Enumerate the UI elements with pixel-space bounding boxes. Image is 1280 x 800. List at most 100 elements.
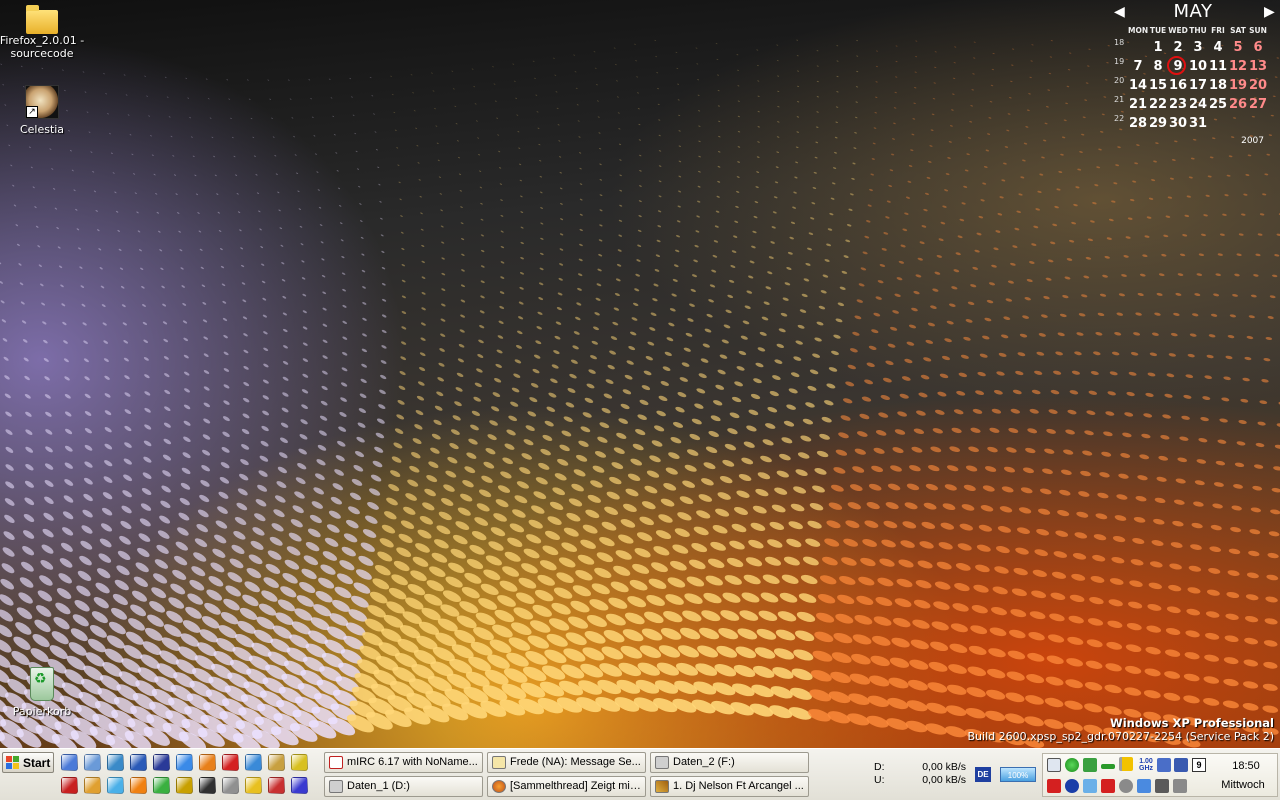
calendar-day[interactable]: 19 — [1228, 78, 1248, 93]
display-icon[interactable] — [1174, 758, 1188, 772]
hardware-icon[interactable] — [1119, 779, 1133, 793]
calendar-day[interactable]: 21 — [1128, 97, 1148, 112]
calendar-day[interactable]: 7 — [1128, 59, 1148, 74]
task-button-daten2[interactable]: Daten_2 (F:) — [650, 752, 809, 773]
language-indicator[interactable]: DE — [975, 767, 991, 782]
calendar-day[interactable]: 23 — [1168, 97, 1188, 112]
wallpaper-dot — [658, 119, 661, 121]
next-month-arrow-icon[interactable]: ▶ — [1264, 4, 1275, 20]
calendar-day[interactable]: 10 — [1188, 59, 1208, 74]
wallpaper-dot — [1007, 280, 1014, 284]
desktop-icon-recycle-bin[interactable]: Papierkorb — [0, 667, 87, 718]
wallpaper-dot — [1084, 681, 1103, 691]
wallpaper-dot — [1208, 567, 1221, 574]
start-button[interactable]: Start — [2, 752, 54, 773]
cpu-tool-icon[interactable] — [84, 754, 101, 771]
wireless-icon[interactable] — [1173, 779, 1187, 793]
calendar-tray-icon[interactable]: 9 — [1192, 758, 1206, 772]
calendar-day[interactable]: 1 — [1148, 40, 1168, 55]
calendar-day[interactable]: 11 — [1208, 59, 1228, 74]
task-button-audio-player[interactable]: 1. Dj Nelson Ft Arcangel ... — [650, 776, 809, 797]
pawn-icon[interactable] — [291, 754, 308, 771]
network-status-icon[interactable] — [1083, 758, 1097, 772]
opera-icon[interactable] — [222, 754, 239, 771]
calendar-day[interactable]: 2 — [1168, 40, 1188, 55]
calendar-day[interactable]: 27 — [1248, 97, 1268, 112]
calendar-day[interactable]: 20 — [1248, 78, 1268, 93]
bluetooth-icon[interactable] — [1065, 779, 1079, 793]
wallpaper-dot — [1196, 459, 1207, 464]
calendar-day[interactable] — [1248, 116, 1268, 131]
wallpaper-dot — [843, 255, 849, 259]
calendar-day[interactable]: 6 — [1248, 40, 1268, 55]
battery-indicator[interactable]: 100% — [1000, 767, 1036, 782]
monitor-icon[interactable] — [1155, 779, 1169, 793]
calendar-day[interactable]: 18 — [1208, 78, 1228, 93]
update-icon[interactable] — [1083, 779, 1097, 793]
calendar-day[interactable]: 22 — [1148, 97, 1168, 112]
calendar-day[interactable]: 14 — [1128, 78, 1148, 93]
calendar-day[interactable]: 29 — [1148, 116, 1168, 131]
firefox-icon[interactable] — [199, 754, 216, 771]
w-app-icon[interactable] — [199, 777, 216, 794]
utorrent-icon[interactable] — [153, 777, 170, 794]
vlc-icon[interactable] — [130, 777, 147, 794]
antivirus-icon[interactable] — [1047, 779, 1061, 793]
pdf-icon[interactable] — [61, 777, 78, 794]
task-button-firefox-thread[interactable]: [Sammelthread] Zeigt mir... — [487, 776, 646, 797]
calendar-day[interactable] — [1208, 116, 1228, 131]
network-disconnected-icon[interactable] — [1157, 758, 1171, 772]
brush-icon[interactable] — [176, 777, 193, 794]
task-button-daten1[interactable]: Daten_1 (D:) — [324, 776, 483, 797]
calendar-day[interactable]: 25 — [1208, 97, 1228, 112]
pencil-tool-icon[interactable] — [84, 777, 101, 794]
network-icon[interactable] — [107, 754, 124, 771]
calendar-day[interactable]: 30 — [1168, 116, 1188, 131]
task-button-mirc[interactable]: mIRC 6.17 with NoName... — [324, 752, 483, 773]
level-meter-icon[interactable] — [1101, 764, 1115, 769]
wallpaper-dot — [84, 461, 93, 468]
calendar-day[interactable]: 16 — [1168, 78, 1188, 93]
media-player-icon[interactable] — [291, 777, 308, 794]
fc-icon[interactable] — [130, 754, 147, 771]
calendar-day[interactable]: 5 — [1228, 40, 1248, 55]
cpu-frequency[interactable]: 1.00 GHz — [1136, 758, 1156, 772]
internet-explorer-icon[interactable] — [176, 754, 193, 771]
calendar-day[interactable]: 15 — [1148, 78, 1168, 93]
calendar-day[interactable]: 3 — [1188, 40, 1208, 55]
task-button-message[interactable]: Frede (NA): Message Se... — [487, 752, 646, 773]
save-disk-icon[interactable] — [153, 754, 170, 771]
keyboard-icon[interactable] — [222, 777, 239, 794]
calendar-day[interactable]: 26 — [1228, 97, 1248, 112]
desktop-icon-firefox-sourcecode[interactable]: Firefox_2.0.01 - sourcecode — [0, 5, 87, 60]
clock-time[interactable]: 18:50 — [1219, 760, 1273, 772]
calendar-day[interactable]: 4 — [1208, 40, 1228, 55]
wallpaper-dot — [536, 111, 539, 113]
clock-weekday[interactable]: Mittwoch — [1213, 779, 1273, 791]
previous-month-arrow-icon[interactable]: ◀ — [1114, 4, 1125, 20]
calendar-day[interactable]: 24 — [1188, 97, 1208, 112]
calendar-day[interactable]: 8 — [1148, 59, 1168, 74]
thunderbird-icon[interactable] — [245, 754, 262, 771]
calendar-day[interactable]: 13 — [1248, 59, 1268, 74]
show-desktop-icon[interactable] — [61, 754, 78, 771]
calendar-day[interactable] — [1228, 116, 1248, 131]
utorrent-tray-icon[interactable] — [1065, 758, 1079, 772]
network-adapter-icon[interactable] — [1047, 758, 1061, 772]
flag-icon[interactable] — [1119, 757, 1133, 771]
itunes-icon[interactable] — [107, 777, 124, 794]
wallpaper-dot — [575, 87, 578, 89]
glasses-icon[interactable] — [268, 754, 285, 771]
calendar-day[interactable]: 12 — [1228, 59, 1248, 74]
globe-red-icon[interactable] — [268, 777, 285, 794]
pdf-tray-icon[interactable] — [1101, 779, 1115, 793]
desktop-icon-celestia[interactable]: ↗ Celestia — [0, 85, 87, 136]
calendar-day-today[interactable]: 9 — [1167, 56, 1188, 75]
calendar-day[interactable]: 17 — [1188, 78, 1208, 93]
calendar-day[interactable] — [1128, 40, 1148, 55]
volume-icon[interactable] — [1137, 779, 1151, 793]
pacman-icon[interactable] — [245, 777, 262, 794]
calendar-day[interactable]: 28 — [1128, 116, 1148, 131]
calendar-day[interactable]: 31 — [1188, 116, 1208, 131]
wallpaper-dot — [317, 444, 327, 451]
